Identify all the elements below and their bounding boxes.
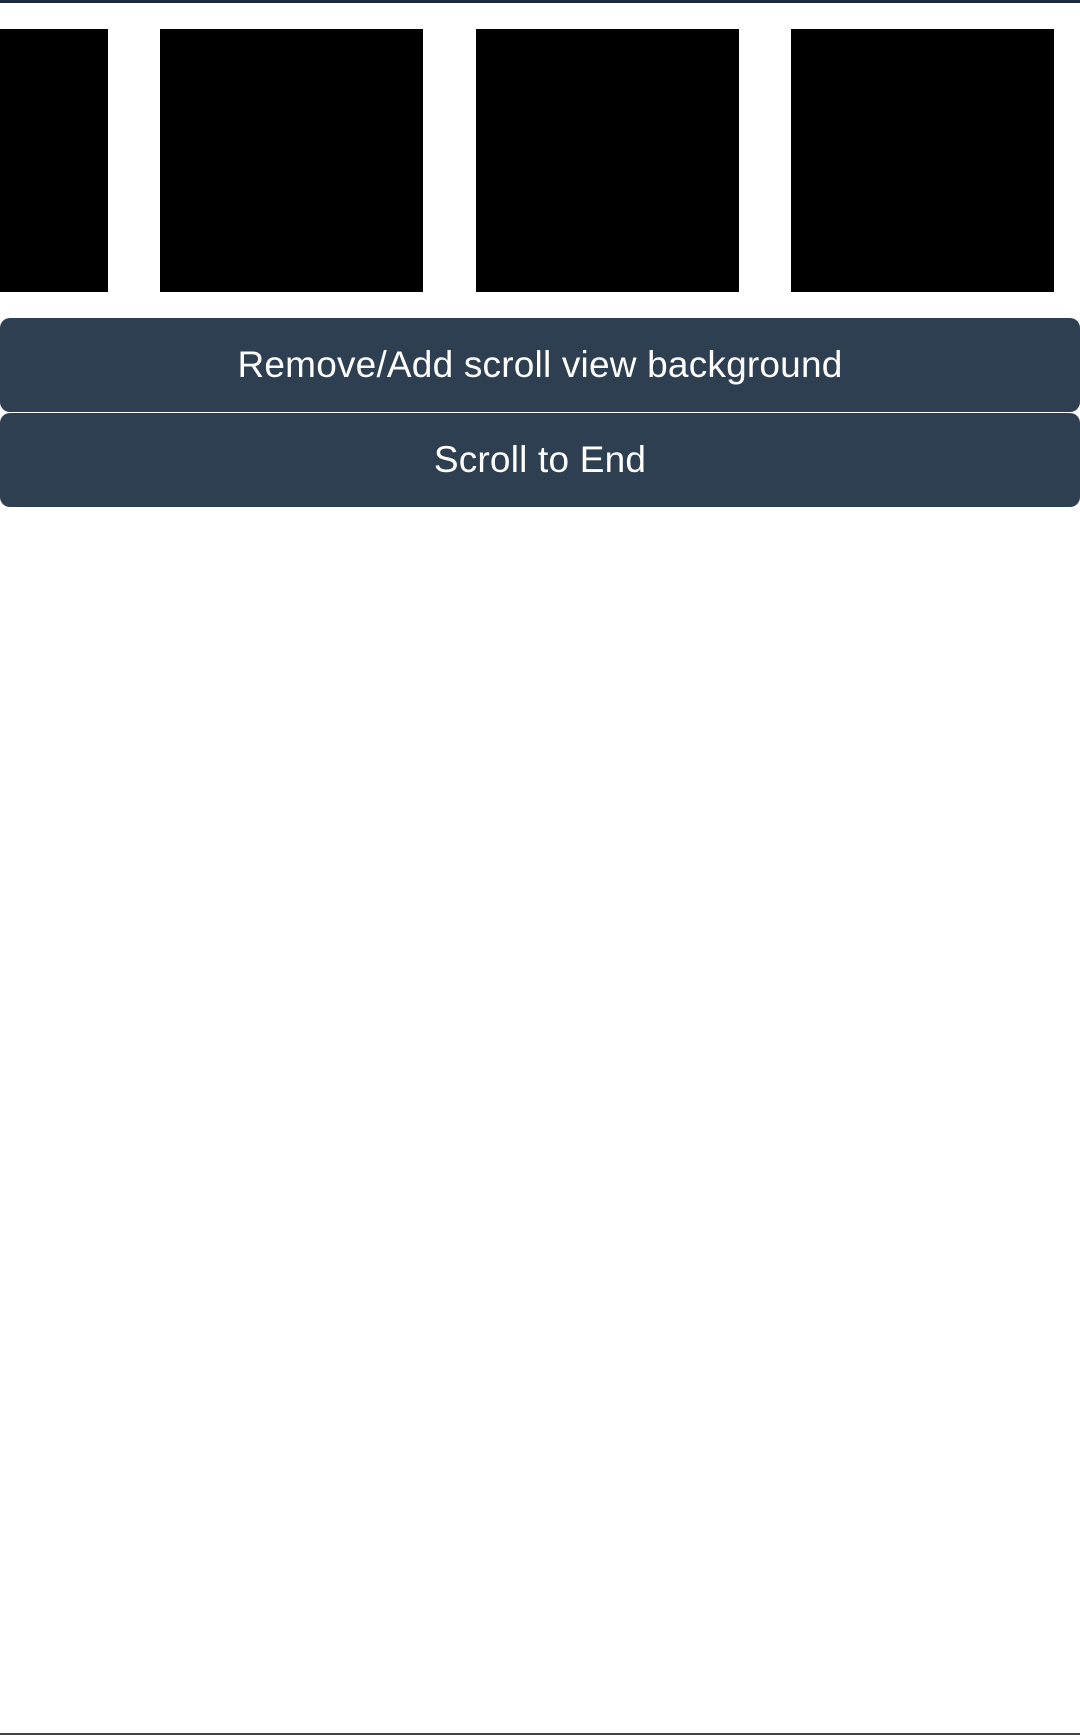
scroll-item [160, 29, 423, 292]
scroll-item [791, 29, 1054, 292]
top-divider [0, 0, 1080, 3]
toggle-scroll-background-label: Remove/Add scroll view background [237, 344, 843, 385]
toggle-scroll-background-button[interactable]: Remove/Add scroll view background [0, 318, 1080, 412]
scroll-to-end-button[interactable]: Scroll to End [0, 413, 1080, 507]
horizontal-scroll-view[interactable] [0, 29, 1080, 292]
scroll-to-end-label: Scroll to End [433, 439, 647, 480]
scroll-item [476, 29, 739, 292]
scroll-item [0, 29, 108, 292]
